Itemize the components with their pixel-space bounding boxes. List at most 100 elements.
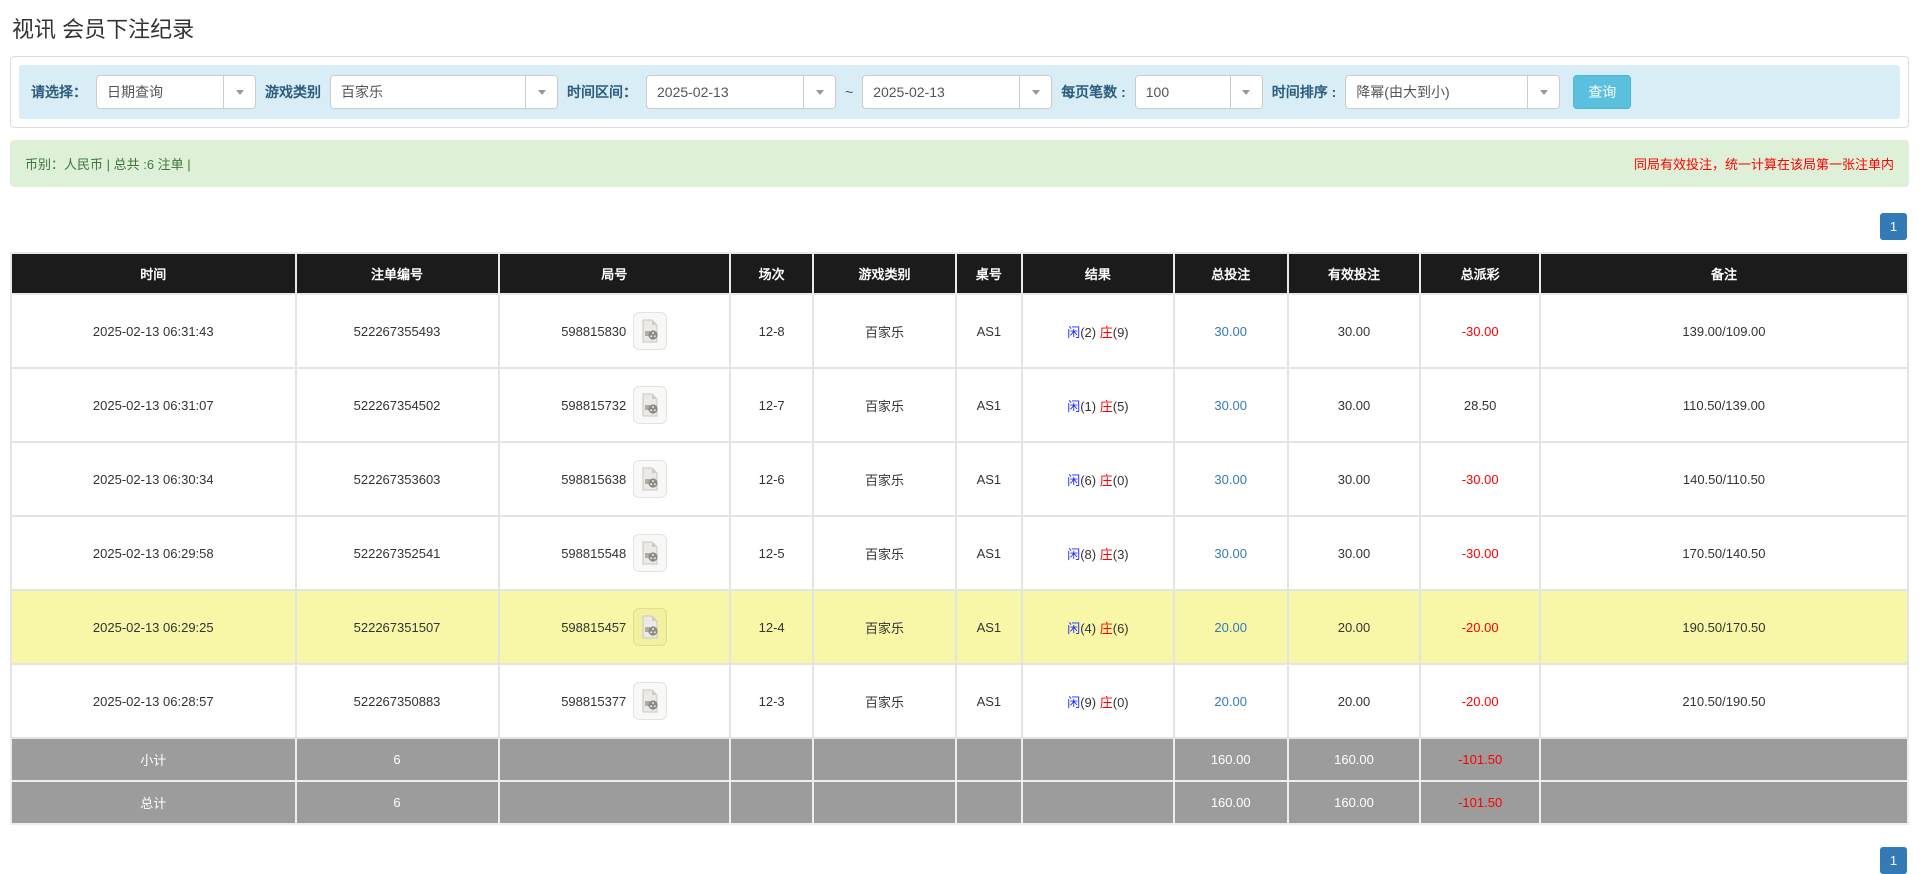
cell-time: 2025-02-13 06:29:58 [11, 516, 296, 590]
round-number: 598815830 [561, 324, 626, 339]
empty-cell [813, 781, 955, 824]
bet-amount-link[interactable]: 20.00 [1214, 620, 1247, 635]
bet-amount-link[interactable]: 20.00 [1214, 694, 1247, 709]
cell-total-bet: 30.00 [1174, 294, 1288, 368]
cell-bet-id: 522267351507 [296, 590, 499, 664]
pagination-top: 1 [10, 213, 1909, 240]
date-to-select[interactable]: 2025-02-13 [862, 75, 1052, 109]
date-from-select[interactable]: 2025-02-13 [646, 75, 836, 109]
video-replay-button[interactable] [633, 460, 667, 498]
table-row-highlighted[interactable]: 2025-02-13 06:29:25 522267351507 5988154… [11, 590, 1908, 664]
chevron-down-icon [223, 76, 255, 108]
video-replay-button[interactable] [633, 386, 667, 424]
summary-bar: 币别：人民币 | 总共 :6 注单 | 同局有效投注，统一计算在该局第一张注单内 [10, 140, 1909, 187]
bet-amount-link[interactable]: 30.00 [1214, 398, 1247, 413]
game-type-select[interactable]: 百家乐 [330, 75, 558, 109]
cell-payout: -30.00 [1420, 294, 1540, 368]
table-row[interactable]: 2025-02-13 06:28:57 522267350883 5988153… [11, 664, 1908, 738]
page-title: 视讯 会员下注纪录 [12, 12, 1909, 44]
video-replay-button[interactable] [633, 312, 667, 350]
cell-bet-id: 522267355493 [296, 294, 499, 368]
cell-total-bet: 30.00 [1174, 368, 1288, 442]
cell-table-no: AS1 [956, 368, 1022, 442]
page-size-select[interactable]: 100 [1135, 75, 1263, 109]
table-row[interactable]: 2025-02-13 06:30:34 522267353603 5988156… [11, 442, 1908, 516]
subtotal-row: 小计 6 160.00 160.00 -101.50 [11, 738, 1908, 781]
cell-session: 12-3 [730, 664, 813, 738]
sort-order-select[interactable]: 降幂(由大到小) [1345, 75, 1560, 109]
date-range-tilde: ~ [845, 84, 853, 100]
bet-amount-link[interactable]: 30.00 [1214, 324, 1247, 339]
cell-session: 12-6 [730, 442, 813, 516]
cell-valid-bet: 30.00 [1288, 516, 1421, 590]
cell-table-no: AS1 [956, 442, 1022, 516]
empty-cell [813, 738, 955, 781]
filter-panel: 请选择： 日期查询 游戏类别 百家乐 时间区间： 2025-02-13 ~ 20… [10, 56, 1909, 128]
subtotal-payout: -101.50 [1420, 738, 1540, 781]
chevron-down-icon [1527, 76, 1559, 108]
chevron-down-icon [803, 76, 835, 108]
cell-total-bet: 20.00 [1174, 664, 1288, 738]
cell-payout: -20.00 [1420, 590, 1540, 664]
cell-remark: 140.50/110.50 [1540, 442, 1908, 516]
round-number: 598815548 [561, 546, 626, 561]
cell-game-type: 百家乐 [813, 368, 955, 442]
bet-amount-link[interactable]: 30.00 [1214, 546, 1247, 561]
round-number: 598815638 [561, 472, 626, 487]
query-type-value: 日期查询 [97, 76, 223, 108]
cell-game-type: 百家乐 [813, 516, 955, 590]
cell-time: 2025-02-13 06:29:25 [11, 590, 296, 664]
column-header-valid-bet: 有效投注 [1288, 253, 1421, 294]
column-header-remark: 备注 [1540, 253, 1908, 294]
subtotal-count: 6 [296, 738, 499, 781]
date-to-value: 2025-02-13 [863, 76, 1019, 108]
filter-bar: 请选择： 日期查询 游戏类别 百家乐 时间区间： 2025-02-13 ~ 20… [19, 65, 1900, 119]
cell-bet-id: 522267350883 [296, 664, 499, 738]
chevron-down-icon [1019, 76, 1051, 108]
column-header-session: 场次 [730, 253, 813, 294]
page-1-button[interactable]: 1 [1880, 213, 1907, 240]
empty-cell [730, 781, 813, 824]
chevron-down-icon [1230, 76, 1262, 108]
empty-cell [1540, 781, 1908, 824]
cell-time: 2025-02-13 06:31:43 [11, 294, 296, 368]
video-replay-button[interactable] [633, 534, 667, 572]
column-header-table-no: 桌号 [956, 253, 1022, 294]
empty-cell [1022, 781, 1174, 824]
cell-total-bet: 30.00 [1174, 516, 1288, 590]
subtotal-label: 小计 [11, 738, 296, 781]
cell-game-type: 百家乐 [813, 664, 955, 738]
cell-payout: -30.00 [1420, 516, 1540, 590]
empty-cell [1540, 738, 1908, 781]
cell-table-no: AS1 [956, 590, 1022, 664]
table-row[interactable]: 2025-02-13 06:31:43 522267355493 5988158… [11, 294, 1908, 368]
column-header-time: 时间 [11, 253, 296, 294]
cell-session: 12-7 [730, 368, 813, 442]
query-type-select[interactable]: 日期查询 [96, 75, 256, 109]
bet-amount-link[interactable]: 30.00 [1214, 472, 1247, 487]
table-row[interactable]: 2025-02-13 06:29:58 522267352541 5988155… [11, 516, 1908, 590]
page-1-button[interactable]: 1 [1880, 847, 1907, 874]
cell-time: 2025-02-13 06:30:34 [11, 442, 296, 516]
cell-valid-bet: 30.00 [1288, 294, 1421, 368]
column-header-bet-id: 注单编号 [296, 253, 499, 294]
game-type-label: 游戏类别 [265, 82, 321, 102]
column-header-game-type: 游戏类别 [813, 253, 955, 294]
search-button[interactable]: 查询 [1573, 75, 1631, 109]
table-row[interactable]: 2025-02-13 06:31:07 522267354502 5988157… [11, 368, 1908, 442]
cell-session: 12-8 [730, 294, 813, 368]
empty-cell [956, 738, 1022, 781]
cell-remark: 190.50/170.50 [1540, 590, 1908, 664]
date-from-value: 2025-02-13 [647, 76, 803, 108]
empty-cell [1022, 738, 1174, 781]
grand-total-payout: -101.50 [1420, 781, 1540, 824]
query-type-label: 请选择： [31, 82, 87, 102]
subtotal-valid-bet: 160.00 [1288, 738, 1421, 781]
cell-session: 12-5 [730, 516, 813, 590]
valid-bet-note: 同局有效投注，统一计算在该局第一张注单内 [1634, 154, 1894, 173]
video-replay-button[interactable] [633, 682, 667, 720]
cell-total-bet: 30.00 [1174, 442, 1288, 516]
cell-result: 闲(4) 庄(6) [1022, 590, 1174, 664]
column-header-total-bet: 总投注 [1174, 253, 1288, 294]
video-replay-button[interactable] [633, 608, 667, 646]
